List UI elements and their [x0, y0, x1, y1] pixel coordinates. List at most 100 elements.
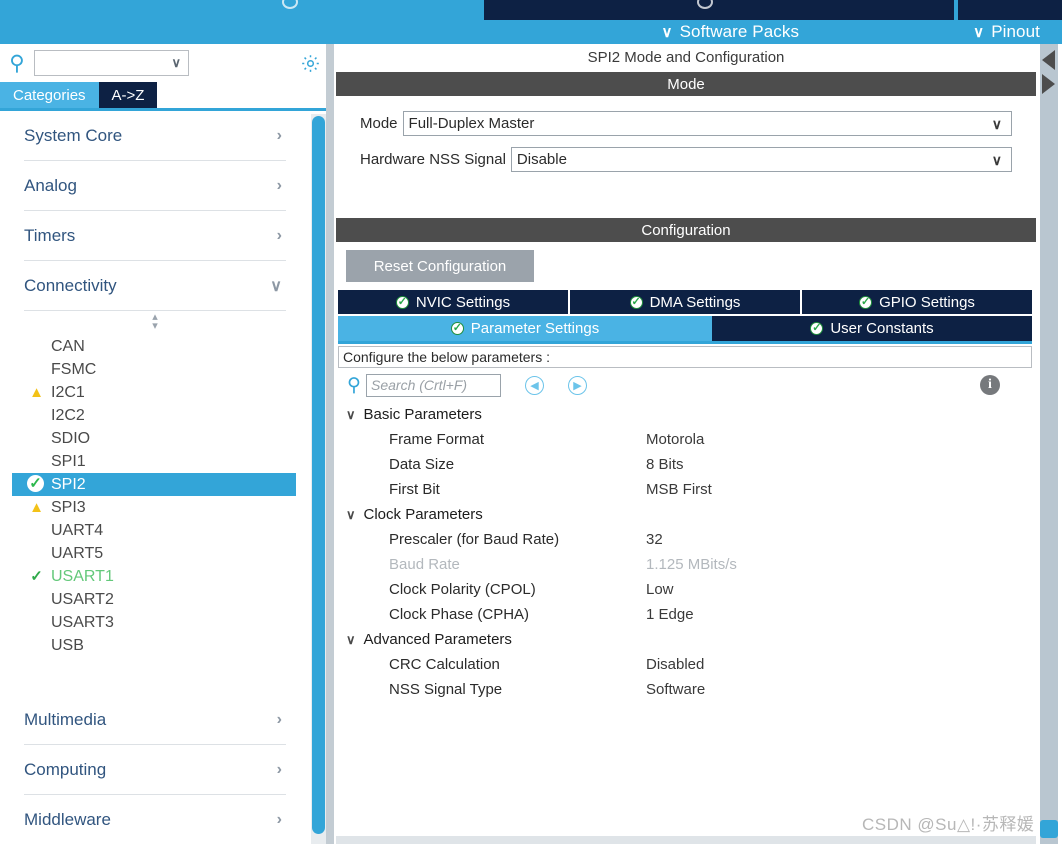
- param-first-bit-name: First Bit: [389, 481, 440, 498]
- sidebar-item-timers-label: Timers: [24, 225, 76, 245]
- search-icon: ⚲: [347, 374, 361, 396]
- tab-gpio-settings[interactable]: ✓ GPIO Settings: [802, 290, 1032, 314]
- right-scrollbar-cap[interactable]: [1040, 820, 1058, 838]
- chevron-right-circle-icon[interactable]: ▶: [568, 375, 587, 395]
- tab-user-constants[interactable]: ✓ User Constants: [712, 316, 1032, 341]
- parameter-search-row: ⚲ ◀ ▶ i: [336, 368, 1036, 402]
- menu-pinout[interactable]: ∨ Pinout: [961, 22, 1052, 42]
- peripheral-sdio[interactable]: SDIO: [24, 427, 286, 450]
- sidebar-tabs: Categories A->Z: [0, 82, 332, 108]
- param-row-first-bit[interactable]: First Bit MSB First: [346, 477, 1036, 502]
- peripheral-spi3[interactable]: ▲ SPI3: [24, 496, 286, 519]
- param-first-bit-value: MSB First: [646, 481, 712, 498]
- parameter-search-input[interactable]: [366, 373, 501, 397]
- peripheral-usart2[interactable]: USART2: [24, 588, 286, 611]
- param-row-nss-signal-type[interactable]: NSS Signal Type Software: [346, 677, 1036, 702]
- sidebar-item-system-core[interactable]: System Core ›: [24, 111, 286, 161]
- param-row-data-size[interactable]: Data Size 8 Bits: [346, 452, 1036, 477]
- tab-gpio-settings-label: GPIO Settings: [879, 293, 975, 311]
- sidebar-item-analog[interactable]: Analog ›: [24, 161, 286, 211]
- param-baud-rate-value: 1.125 MBits/s: [646, 556, 737, 573]
- sort-spinner-icon[interactable]: ▴ ▾: [24, 311, 286, 333]
- menu-software-packs[interactable]: ∨ Software Packs: [649, 22, 811, 42]
- peripheral-spi2-label: SPI2: [51, 475, 86, 493]
- peripheral-i2c2[interactable]: I2C2: [24, 404, 286, 427]
- sidebar-search-combo[interactable]: ∨: [34, 50, 189, 76]
- peripheral-usb[interactable]: USB: [24, 634, 286, 657]
- configuration-section-header: Configuration: [336, 218, 1036, 242]
- top-dark-tab-right[interactable]: [958, 0, 1062, 20]
- sidebar-item-computing[interactable]: Computing ›: [24, 745, 286, 795]
- reset-configuration-button[interactable]: Reset Configuration: [346, 250, 534, 282]
- sidebar-item-computing-label: Computing: [24, 759, 107, 779]
- tab-a-to-z[interactable]: A->Z: [98, 82, 158, 108]
- tab-categories[interactable]: Categories: [0, 82, 99, 108]
- peripheral-i2c1-label: I2C1: [51, 383, 85, 401]
- sidebar-item-multimedia-label: Multimedia: [24, 709, 107, 729]
- param-group-basic-parameters[interactable]: ∨ Basic Parameters: [346, 402, 1036, 427]
- peripheral-can[interactable]: CAN: [24, 335, 286, 358]
- sidebar-search-row: ⚲ ∨: [0, 44, 332, 82]
- sidebar-category-list: System Core › Analog › Timers › Connecti…: [0, 111, 332, 844]
- info-icon[interactable]: i: [980, 375, 1000, 395]
- status-none-icon: [27, 521, 46, 540]
- tab-parameter-settings[interactable]: ✓ Parameter Settings: [338, 316, 712, 341]
- configuration-panel: SPI2 Mode and Configuration Mode Mode Fu…: [336, 44, 1036, 844]
- param-row-crc-calculation[interactable]: CRC Calculation Disabled: [346, 652, 1036, 677]
- param-row-prescaler[interactable]: Prescaler (for Baud Rate) 32: [346, 527, 1036, 552]
- sidebar-outer-scrollbar[interactable]: [326, 44, 334, 844]
- param-crc-calculation-value: Disabled: [646, 656, 705, 673]
- param-row-frame-format[interactable]: Frame Format Motorola: [346, 427, 1036, 452]
- chevron-down-icon: ∨: [346, 506, 356, 522]
- chevron-right-icon: ›: [276, 710, 282, 728]
- top-bar: ∨ Software Packs ∨ Pinout: [0, 0, 1062, 44]
- tab-nvic-settings[interactable]: ✓ NVIC Settings: [338, 290, 570, 314]
- tab-parameter-settings-label: Parameter Settings: [470, 320, 600, 337]
- gear-icon[interactable]: [300, 53, 321, 74]
- param-row-clock-phase[interactable]: Clock Phase (CPHA) 1 Edge: [346, 602, 1036, 627]
- peripheral-usart3[interactable]: USART3: [24, 611, 286, 634]
- peripheral-uart4[interactable]: UART4: [24, 519, 286, 542]
- mode-section-body: Mode Full-Duplex Master ∨ Hardware NSS S…: [336, 96, 1036, 206]
- scroll-left-arrow-icon[interactable]: [1042, 50, 1055, 70]
- tab-dma-settings[interactable]: ✓ DMA Settings: [570, 290, 802, 314]
- sidebar-search-input[interactable]: [35, 51, 165, 75]
- chevron-down-icon: ∨: [991, 152, 1002, 168]
- field-hardware-nss-select[interactable]: Disable ∨: [510, 147, 1012, 172]
- check-circle-icon: ✓: [27, 475, 44, 492]
- search-icon: ⚲: [9, 51, 25, 75]
- field-mode-select[interactable]: Full-Duplex Master ∨: [402, 111, 1012, 136]
- peripheral-list: CAN FSMC ▲ I2C1 I2C2 SDIO SPI1 ✓ SPI2 ▲ …: [12, 333, 296, 657]
- configuration-tabs: ✓ NVIC Settings ✓ DMA Settings ✓ GPIO Se…: [338, 290, 1032, 341]
- sidebar-scrollbar-thumb[interactable]: [312, 116, 325, 834]
- peripheral-usb-label: USB: [51, 636, 84, 654]
- status-none-icon: [27, 544, 46, 563]
- chevron-left-circle-icon[interactable]: ◀: [525, 375, 544, 395]
- top-dark-tab-center[interactable]: [484, 0, 954, 20]
- sidebar-item-multimedia[interactable]: Multimedia ›: [24, 695, 286, 745]
- status-none-icon: [27, 406, 46, 425]
- peripheral-usart1[interactable]: ✓ USART1: [24, 565, 286, 588]
- sidebar-item-connectivity[interactable]: Connectivity ∨: [24, 261, 286, 311]
- param-group-clock-parameters[interactable]: ∨ Clock Parameters: [346, 502, 1036, 527]
- peripheral-spi1[interactable]: SPI1: [24, 450, 286, 473]
- param-group-advanced-parameters[interactable]: ∨ Advanced Parameters: [346, 627, 1036, 652]
- tab-categories-label: Categories: [13, 86, 86, 104]
- peripheral-usart1-label: USART1: [51, 567, 114, 585]
- peripheral-i2c1[interactable]: ▲ I2C1: [24, 381, 286, 404]
- param-row-clock-polarity[interactable]: Clock Polarity (CPOL) Low: [346, 577, 1036, 602]
- peripheral-i2c2-label: I2C2: [51, 406, 85, 424]
- right-scrollbar-track[interactable]: [1040, 44, 1058, 844]
- peripheral-uart5[interactable]: UART5: [24, 542, 286, 565]
- scroll-right-arrow-icon[interactable]: [1042, 74, 1055, 94]
- sidebar-item-middleware[interactable]: Middleware ›: [24, 795, 286, 844]
- peripheral-fsmc[interactable]: FSMC: [24, 358, 286, 381]
- sidebar-item-timers[interactable]: Timers ›: [24, 211, 286, 261]
- chevron-down-icon: ∨: [346, 631, 356, 647]
- reset-button-wrap: Reset Configuration: [336, 242, 1036, 290]
- warning-triangle-icon: ▲: [29, 384, 44, 401]
- field-hardware-nss: Hardware NSS Signal Disable ∨: [360, 146, 1012, 173]
- check-circle-icon: ✓: [859, 295, 873, 309]
- mode-section-header: Mode: [336, 72, 1036, 96]
- peripheral-spi2[interactable]: ✓ SPI2: [12, 473, 296, 496]
